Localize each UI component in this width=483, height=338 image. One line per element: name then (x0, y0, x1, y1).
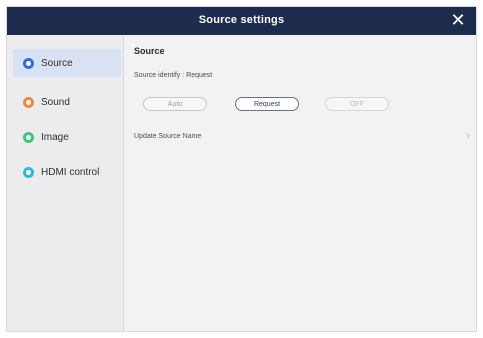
settings-dialog: Source settings ✕ Source Sound Image HDM… (6, 6, 477, 332)
update-source-name-row[interactable]: Update Source Name › (134, 129, 472, 145)
source-identify-text: Source identify : Request (134, 72, 213, 79)
option-request-button[interactable]: Request (235, 97, 299, 111)
sidebar-item-label: Sound (41, 96, 70, 108)
update-source-name-label: Update Source Name (134, 133, 202, 140)
sidebar-item-source[interactable]: Source (13, 49, 121, 77)
source-icon (23, 57, 34, 69)
option-auto-button[interactable]: Auto (143, 97, 207, 111)
sidebar-item-label: HDMI control (41, 166, 100, 178)
content-panel: Source Source identify : Request Auto Re… (124, 35, 476, 331)
sidebar-item-sound[interactable]: Sound (13, 88, 121, 116)
sidebar-item-image[interactable]: Image (13, 123, 121, 151)
hdmi-icon (23, 166, 34, 178)
dialog-title: Source settings (198, 14, 285, 26)
option-off-button[interactable]: OFF (325, 97, 389, 111)
sound-icon (23, 96, 34, 108)
sidebar-item-label: Source (41, 57, 73, 69)
image-icon (23, 131, 34, 143)
sidebar-item-label: Image (41, 131, 69, 143)
title-bar: Source settings ✕ (7, 7, 476, 35)
sidebar-item-hdmi-control[interactable]: HDMI control (13, 158, 121, 186)
sidebar: Source Sound Image HDMI control (7, 35, 124, 331)
chevron-right-icon: › (466, 130, 470, 142)
section-title: Source (134, 46, 165, 56)
close-icon[interactable]: ✕ (448, 9, 468, 31)
